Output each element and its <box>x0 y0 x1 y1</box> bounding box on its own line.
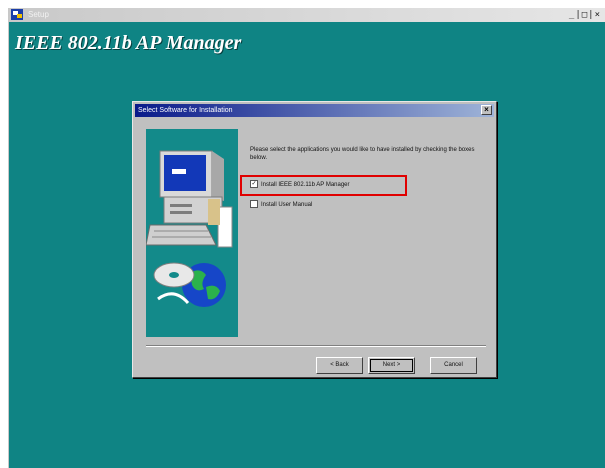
product-banner-title: IEEE 802.11b AP Manager <box>15 32 242 54</box>
option-label: Install User Manual <box>261 202 313 208</box>
setup-illustration <box>145 129 238 337</box>
cancel-button[interactable]: Cancel <box>430 357 477 374</box>
setup-app-icon <box>11 9 23 20</box>
back-button[interactable]: < Back <box>316 357 363 374</box>
computer-globe-illustration <box>145 150 233 307</box>
checkbox-unchecked-icon[interactable] <box>250 200 258 209</box>
instructions-text: Please select the applications you would… <box>250 147 475 161</box>
select-software-dialog: Select Software for Installation × Pleas… <box>132 101 497 378</box>
option-install-user-manual[interactable]: Install User Manual <box>250 200 312 210</box>
installer-window: Setup _|□|× IEEE 802.11b AP Manager Sele… <box>8 8 605 468</box>
option-label: Install IEEE 802.11b AP Manager <box>261 182 350 188</box>
checkbox-checked-icon[interactable]: ✓ <box>250 180 258 189</box>
window-control-buttons[interactable]: _|□|× <box>569 9 601 21</box>
window-title: Setup <box>28 10 49 19</box>
next-button[interactable]: Next > <box>368 357 415 374</box>
close-icon[interactable]: × <box>481 105 492 115</box>
dialog-title: Select Software for Installation <box>138 107 233 114</box>
dialog-separator <box>146 345 486 347</box>
window-titlebar[interactable]: Setup _|□|× <box>9 8 605 22</box>
option-install-ap-manager[interactable]: ✓ Install IEEE 802.11b AP Manager <box>250 180 350 190</box>
dialog-titlebar[interactable]: Select Software for Installation × <box>135 104 494 117</box>
